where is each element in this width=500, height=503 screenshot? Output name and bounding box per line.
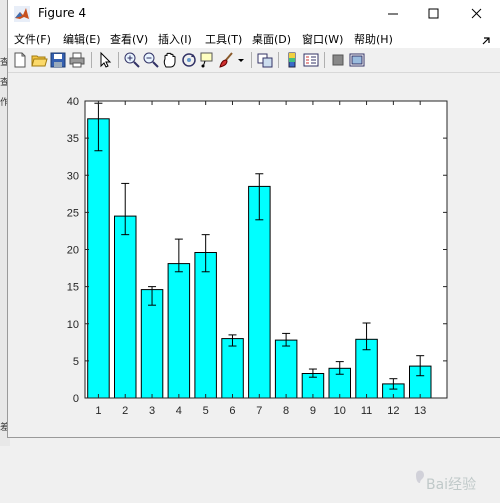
menu-edit[interactable]: 编辑(E) [63, 31, 101, 47]
link-plot-icon[interactable] [256, 51, 274, 69]
bar [167, 263, 191, 399]
insert-legend-icon[interactable] [302, 51, 320, 69]
dock-arrow-icon[interactable] [480, 32, 492, 45]
x-tick-label: 6 [229, 405, 235, 417]
menu-help[interactable]: 帮助(H) [354, 31, 393, 47]
y-tick-label: 25 [67, 207, 79, 219]
new-figure-icon[interactable] [11, 51, 29, 69]
y-tick-label: 0 [73, 393, 79, 405]
x-tick-label: 2 [122, 405, 128, 417]
menu-insert[interactable]: 插入(I) [158, 31, 192, 47]
menu-desktop[interactable]: 桌面(D) [252, 31, 291, 47]
x-tick-label: 13 [414, 405, 426, 417]
x-tick-label: 1 [95, 405, 101, 417]
y-tick-label: 35 [67, 133, 79, 145]
x-tick-label: 7 [256, 405, 262, 417]
save-icon[interactable] [49, 51, 67, 69]
bar [140, 289, 164, 399]
bar-chart[interactable]: 05101520253035401 2 3 4 5 6 7 8 9 10 11 12 13 [8, 73, 500, 437]
figure-window: Figure 4 文件(F) 编辑(E) 查看(V) 插入(I) 工具(T) 桌… [7, 0, 500, 493]
print-icon[interactable] [68, 51, 86, 69]
edit-plot-arrow-icon[interactable] [96, 51, 114, 69]
watermark-text: Bai经验 [426, 477, 476, 493]
menu-view[interactable]: 查看(V) [110, 31, 148, 47]
x-tick-label: 9 [310, 405, 316, 417]
y-tick-label: 30 [67, 170, 79, 182]
menu-bar: 文件(F) 编辑(E) 查看(V) 插入(I) 工具(T) 桌面(D) 窗口(W… [8, 28, 500, 48]
y-tick-label: 20 [67, 245, 79, 257]
show-plot-tools-icon[interactable] [348, 51, 366, 69]
matlab-logo-icon [14, 6, 30, 22]
bar [87, 118, 110, 399]
brush-icon[interactable] [218, 51, 236, 69]
figure-toolbar [8, 48, 500, 73]
brush-dropdown-icon[interactable] [236, 51, 246, 69]
y-tick-label: 10 [67, 319, 79, 331]
rotate-3d-icon[interactable] [180, 51, 198, 69]
y-tick-label: 40 [67, 96, 79, 108]
menu-tools[interactable]: 工具(T) [205, 31, 242, 47]
figure-canvas[interactable]: 0 5 10 15 20 25 30 35 40 1 2 3 4 5 6 7 8 9 10 11 12 13 Bai经验 [8, 73, 500, 493]
toolbar-separator [251, 52, 252, 68]
x-tick-label: 5 [203, 405, 209, 417]
bar [274, 339, 298, 399]
maximize-button[interactable] [413, 0, 453, 28]
x-tick-label: 10 [334, 405, 346, 417]
x-tick-label: 4 [176, 405, 182, 417]
insert-colorbar-icon[interactable] [283, 51, 301, 69]
toolbar-separator [91, 52, 92, 68]
bar [194, 252, 217, 399]
hide-plot-tools-icon[interactable] [329, 51, 347, 69]
menu-window[interactable]: 窗口(W) [302, 31, 343, 47]
open-file-icon[interactable] [30, 51, 48, 69]
x-tick-label: 12 [387, 405, 399, 417]
pan-hand-icon[interactable] [161, 51, 179, 69]
y-tick-label: 5 [73, 356, 79, 368]
toolbar-separator [118, 52, 119, 68]
close-button[interactable] [454, 0, 500, 28]
y-tick-label: 15 [67, 282, 79, 294]
toolbar-separator [278, 52, 279, 68]
zoom-in-icon[interactable] [123, 51, 141, 69]
minimize-button[interactable] [373, 0, 413, 28]
x-tick-label: 11 [361, 405, 372, 417]
baidu-watermark: Bai经验 [416, 470, 476, 493]
x-tick-label: 3 [149, 405, 155, 417]
x-tick-label: 8 [283, 405, 289, 417]
zoom-out-icon[interactable] [142, 51, 160, 69]
menu-file[interactable]: 文件(F) [14, 31, 51, 47]
title-bar[interactable]: Figure 4 [8, 0, 500, 28]
data-cursor-icon[interactable] [199, 51, 217, 69]
bar [221, 338, 244, 399]
window-title: Figure 4 [38, 6, 87, 20]
toolbar-separator [324, 52, 325, 68]
bar [114, 215, 137, 399]
